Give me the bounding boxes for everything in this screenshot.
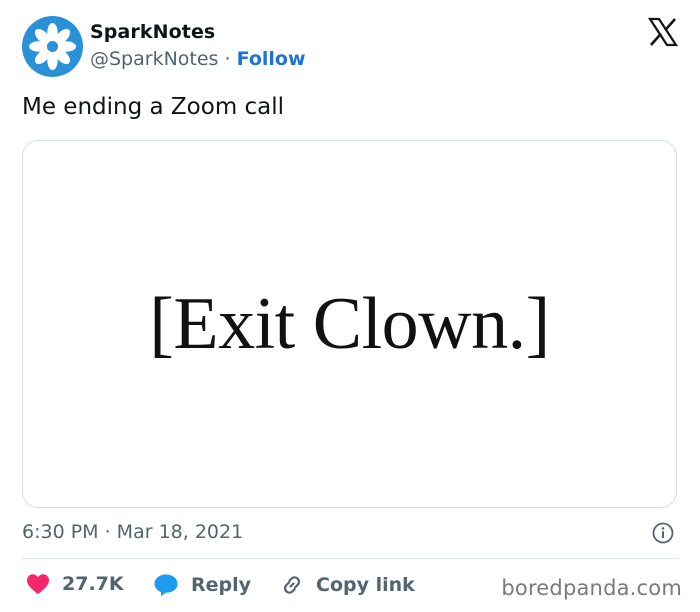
follow-button[interactable]: Follow — [237, 48, 306, 70]
author-handle[interactable]: @SparkNotes — [90, 48, 218, 70]
like-button[interactable]: 27.7K — [26, 573, 124, 595]
handle-separator: · — [224, 48, 231, 70]
media-image-text: [Exit Clown.] — [149, 282, 550, 365]
author-display-name[interactable]: SparkNotes — [90, 21, 215, 43]
watermark: boredpanda.com — [501, 576, 682, 600]
reply-label: Reply — [191, 574, 252, 596]
x-logo-icon[interactable] — [648, 17, 678, 47]
avatar[interactable] — [22, 16, 83, 77]
tweet-timestamp[interactable]: 6:30 PM · Mar 18, 2021 — [22, 521, 243, 543]
copy-link-label: Copy link — [316, 574, 415, 596]
tweet-media-card[interactable]: [Exit Clown.] — [22, 140, 677, 508]
copy-link-button[interactable]: Copy link — [280, 573, 415, 597]
heart-icon — [27, 574, 49, 594]
action-divider — [22, 558, 678, 559]
reply-button[interactable]: Reply — [153, 573, 251, 597]
like-count: 27.7K — [62, 573, 124, 595]
sparknotes-logo-icon — [29, 23, 76, 70]
speech-bubble-icon — [154, 574, 178, 596]
link-icon — [283, 576, 301, 594]
author-handle-row: @SparkNotes · Follow — [90, 48, 306, 70]
tweet-text: Me ending a Zoom call — [22, 94, 285, 120]
info-icon[interactable] — [652, 522, 674, 544]
